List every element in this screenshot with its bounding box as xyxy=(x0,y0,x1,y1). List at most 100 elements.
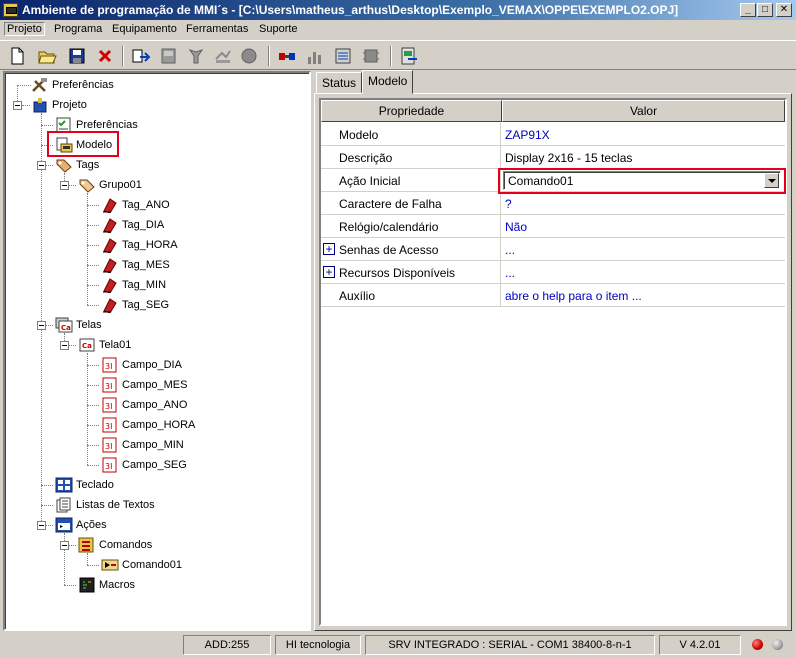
properties-panel: Status Modelo Propriedade Valor Modelo Z… xyxy=(314,70,792,631)
grey-filter-icon[interactable] xyxy=(212,45,234,67)
macros-icon xyxy=(78,577,96,593)
keypad-icon xyxy=(55,477,73,493)
project-tree[interactable]: Preferências Projeto Preferências Modelo… xyxy=(3,71,311,631)
property-value: ... xyxy=(505,243,516,257)
expander-acoes[interactable] xyxy=(37,521,46,530)
close-button[interactable]: ✕ xyxy=(776,3,792,17)
transfer-icon[interactable] xyxy=(130,45,152,67)
open-folder-icon[interactable] xyxy=(36,45,58,67)
tags-icon xyxy=(55,157,73,173)
tag-icon xyxy=(101,277,119,294)
menu-programa[interactable]: Programa xyxy=(52,23,104,35)
expander-tags[interactable] xyxy=(37,161,46,170)
field-icon: 3I xyxy=(101,417,119,433)
expander-telas[interactable] xyxy=(37,321,46,330)
property-label: Auxílio xyxy=(339,289,376,303)
commands-icon xyxy=(78,537,96,553)
tag-icon xyxy=(101,237,119,254)
property-value: Display 2x16 - 15 teclas xyxy=(505,151,633,165)
tab-modelo[interactable]: Modelo xyxy=(362,70,414,94)
field-icon: 3I xyxy=(101,377,119,393)
delete-icon[interactable] xyxy=(94,45,116,67)
grid-row-senhas[interactable]: + Senhas de Acesso ... xyxy=(321,238,785,261)
tag-icon xyxy=(101,297,119,314)
menu-ferramentas[interactable]: Ferramentas xyxy=(184,23,250,35)
screen-icon: Ca xyxy=(78,337,96,353)
grey-chip-icon[interactable] xyxy=(360,45,382,67)
svg-text:Ca: Ca xyxy=(61,324,71,332)
grid-row-recursos[interactable]: + Recursos Disponíveis ... xyxy=(321,261,785,284)
expand-plus-icon[interactable]: + xyxy=(323,266,335,278)
minimize-button[interactable]: _ xyxy=(740,3,756,17)
expander-comandos[interactable] xyxy=(60,541,69,550)
property-value: ? xyxy=(505,197,512,211)
red-led-icon xyxy=(752,639,763,650)
property-label: Senhas de Acesso xyxy=(339,243,439,257)
grid-row-auxilio[interactable]: Auxílio abre o help para o item ... xyxy=(321,284,785,307)
status-bar: ADD:255 HI tecnologia SRV INTEGRADO : SE… xyxy=(0,633,796,658)
field-icon: 3I xyxy=(101,457,119,473)
grid-row-modelo[interactable]: Modelo ZAP91X xyxy=(321,123,785,146)
grid-row-caractere-falha[interactable]: Caractere de Falha ? xyxy=(321,192,785,215)
text-list-icon xyxy=(55,497,73,513)
tag-icon xyxy=(101,257,119,274)
expander-projeto[interactable] xyxy=(13,101,22,110)
grey-led-icon xyxy=(772,639,783,650)
property-label: Recursos Disponíveis xyxy=(339,266,456,280)
expander-tela01[interactable] xyxy=(60,341,69,350)
column-header-valor[interactable]: Valor xyxy=(502,100,785,122)
svg-text:3I: 3I xyxy=(105,362,112,371)
maximize-button[interactable]: □ xyxy=(757,3,773,17)
status-connection: SRV INTEGRADO : SERIAL - COM1 38400-8-n-… xyxy=(365,635,655,655)
help-link[interactable]: abre o help para o item ... xyxy=(505,289,642,303)
column-header-propriedade[interactable]: Propriedade xyxy=(321,100,502,122)
grey-circle-icon[interactable] xyxy=(238,45,260,67)
toolbar xyxy=(0,40,796,70)
expand-plus-icon[interactable]: + xyxy=(323,243,335,255)
menu-equipamento[interactable]: Equipamento xyxy=(110,23,179,35)
device-icon[interactable] xyxy=(158,45,180,67)
property-grid[interactable]: Propriedade Valor Modelo ZAP91X Descriçã… xyxy=(319,98,787,626)
svg-text:3I: 3I xyxy=(105,382,112,391)
status-version: V 4.2.01 xyxy=(659,635,741,655)
new-file-icon[interactable] xyxy=(6,45,28,67)
tools-icon xyxy=(31,77,49,93)
svg-text:Ca: Ca xyxy=(82,342,92,350)
connector-icon[interactable] xyxy=(276,45,298,67)
modelo-highlight xyxy=(47,131,119,157)
property-label: Ação Inicial xyxy=(339,174,401,188)
property-label: Modelo xyxy=(339,128,379,142)
svg-text:3I: 3I xyxy=(105,402,112,411)
tab-status[interactable]: Status xyxy=(316,72,363,93)
actions-icon xyxy=(55,517,73,533)
menu-projeto[interactable]: Projeto xyxy=(4,22,45,36)
app-icon xyxy=(3,3,18,17)
property-value: ... xyxy=(505,266,516,280)
property-label: Caractere de Falha xyxy=(339,197,442,211)
save-icon[interactable] xyxy=(66,45,88,67)
scale-icon[interactable] xyxy=(332,45,354,67)
menu-suporte[interactable]: Suporte xyxy=(257,23,300,35)
svg-text:3I: 3I xyxy=(105,462,112,471)
command-icon xyxy=(101,557,119,573)
tag-icon xyxy=(101,197,119,214)
grey-tool-icon[interactable] xyxy=(186,45,208,67)
grid-row-relogio[interactable]: Relógio/calendário Não xyxy=(321,215,785,238)
export-icon[interactable] xyxy=(398,45,420,67)
field-icon: 3I xyxy=(101,397,119,413)
title-bar: Ambiente de programação de MMI´s - [C:\U… xyxy=(0,0,796,20)
tag-group-icon xyxy=(78,177,96,193)
field-icon: 3I xyxy=(101,437,119,453)
window-title: Ambiente de programação de MMI´s - [C:\U… xyxy=(22,3,679,17)
expander-grupo01[interactable] xyxy=(60,181,69,190)
property-value: ZAP91X xyxy=(505,128,550,142)
chart-icon[interactable] xyxy=(304,45,326,67)
svg-text:3I: 3I xyxy=(105,442,112,451)
property-label: Relógio/calendário xyxy=(339,220,439,234)
project-icon xyxy=(31,97,49,113)
field-icon: 3I xyxy=(101,357,119,373)
status-company: HI tecnologia xyxy=(275,635,361,655)
status-address: ADD:255 xyxy=(183,635,271,655)
menu-bar: Projeto Programa Equipamento Ferramentas… xyxy=(0,21,796,39)
grid-row-descricao[interactable]: Descrição Display 2x16 - 15 teclas xyxy=(321,146,785,169)
